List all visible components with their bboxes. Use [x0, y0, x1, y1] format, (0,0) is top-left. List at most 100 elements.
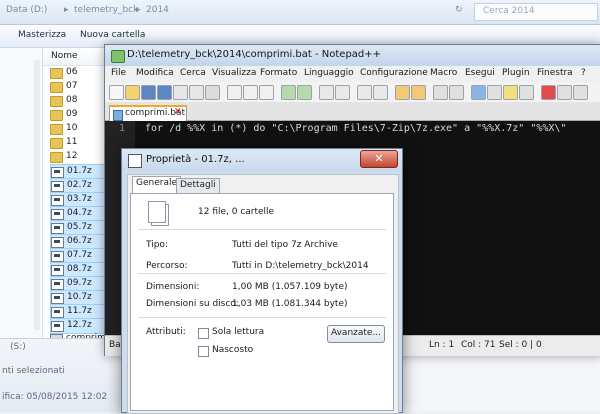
close-button[interactable]: ✕	[360, 150, 398, 168]
cut-icon[interactable]	[227, 85, 242, 100]
copy-icon[interactable]	[243, 85, 258, 100]
archive-icon	[51, 209, 64, 220]
save-all-icon[interactable]	[157, 85, 172, 100]
column-header-name[interactable]: Nome	[43, 48, 105, 66]
archive-icon	[51, 293, 64, 304]
hidden-label[interactable]: Nascosto	[212, 345, 253, 355]
archive-icon	[51, 237, 64, 248]
list-item[interactable]: 09	[50, 108, 110, 122]
menu-language[interactable]: Linguaggio	[304, 68, 354, 78]
size-on-disk-label: Dimensioni su disco:	[146, 299, 239, 309]
breadcrumb-folder[interactable]: telemetry_bck	[74, 5, 138, 15]
column-header-label: Nome	[51, 51, 78, 61]
list-item-label: 08.7z	[67, 264, 92, 274]
menu-view[interactable]: Visualizza	[212, 68, 256, 78]
selection-status: Sel : 0 | 0	[499, 340, 542, 350]
print-icon[interactable]	[205, 85, 220, 100]
menu-run[interactable]: Esegui	[465, 68, 495, 78]
close-tab-icon[interactable]: ✕	[174, 107, 182, 117]
paste-icon[interactable]	[259, 85, 274, 100]
list-item[interactable]: 12	[50, 150, 110, 164]
list-item-label: 09	[66, 109, 78, 119]
indent-guide-icon[interactable]	[471, 85, 486, 100]
save-icon[interactable]	[141, 85, 156, 100]
folder-icon	[50, 124, 63, 135]
selection-count: nti selezionati	[2, 366, 65, 376]
notepad-titlebar[interactable]: D:\telemetry_bck\2014\comprimi.bat - Not…	[105, 45, 600, 66]
hidden-checkbox[interactable]	[198, 346, 209, 357]
breadcrumb-drive[interactable]: Data (D:)	[6, 5, 47, 15]
size-value: 1,00 MB (1.057.109 byte)	[232, 282, 348, 292]
doc-map-icon[interactable]	[487, 85, 502, 100]
list-item-label: 10.7z	[67, 292, 92, 302]
drive-label: (S:)	[10, 342, 26, 352]
menu-settings[interactable]: Configurazione	[360, 68, 428, 78]
list-item[interactable]: 08	[50, 94, 110, 108]
folder-icon	[50, 68, 63, 79]
undo-icon[interactable]	[281, 85, 296, 100]
divider	[138, 229, 386, 230]
folder-icon	[50, 138, 63, 149]
play-macro-icon[interactable]	[573, 85, 588, 100]
new-folder-button[interactable]: Nuova cartella	[80, 30, 145, 40]
zoom-in-icon[interactable]	[357, 85, 372, 100]
close-all-icon[interactable]	[189, 85, 204, 100]
menu-edit[interactable]: Modifica	[136, 68, 174, 78]
record-macro-icon[interactable]	[541, 85, 556, 100]
close-file-icon[interactable]	[173, 85, 188, 100]
function-list-icon[interactable]	[503, 85, 518, 100]
breadcrumb-sep-icon: ▸	[136, 5, 141, 15]
list-item[interactable]: 06	[50, 66, 110, 80]
archive-icon	[51, 321, 64, 332]
multiple-files-icon	[148, 201, 166, 223]
menu-file[interactable]: File	[111, 68, 126, 78]
refresh-icon[interactable]: ↻	[455, 5, 463, 15]
folder-icon	[50, 96, 63, 107]
show-all-chars-icon[interactable]	[449, 85, 464, 100]
archive-icon	[51, 279, 64, 290]
menu-help[interactable]: ?	[581, 68, 586, 78]
find-icon[interactable]	[319, 85, 334, 100]
list-item-label: 09.7z	[67, 278, 92, 288]
menu-format[interactable]: Formato	[260, 68, 297, 78]
open-file-icon[interactable]	[125, 85, 140, 100]
list-item[interactable]: 07	[50, 80, 110, 94]
menu-macro[interactable]: Macro	[430, 68, 457, 78]
breadcrumb-current[interactable]: 2014	[146, 5, 169, 15]
replace-icon[interactable]	[335, 85, 350, 100]
menu-search[interactable]: Cerca	[180, 68, 206, 78]
list-item-label: 08	[66, 95, 78, 105]
stop-macro-icon[interactable]	[557, 85, 572, 100]
new-file-icon[interactable]	[109, 85, 124, 100]
column-status: Col : 71	[461, 340, 496, 350]
list-item[interactable]: 10	[50, 122, 110, 136]
word-wrap-icon[interactable]	[433, 85, 448, 100]
readonly-checkbox[interactable]	[198, 328, 209, 339]
redo-icon[interactable]	[297, 85, 312, 100]
type-value: Tutti del tipo 7z Archive	[232, 240, 338, 250]
folder-workspace-icon[interactable]	[519, 85, 534, 100]
line-status: Ln : 1	[429, 340, 455, 350]
sync-scroll-icon[interactable]	[395, 85, 410, 100]
burn-button[interactable]: Masterizza	[18, 30, 66, 40]
search-input[interactable]: Cerca 2014	[474, 3, 598, 21]
sync-horizontal-icon[interactable]	[411, 85, 426, 100]
menu-plugin[interactable]: Plugin	[502, 68, 530, 78]
readonly-label[interactable]: Sola lettura	[212, 327, 264, 337]
code-line[interactable]: for /d %%X in (*) do "C:\Program Files\7…	[145, 123, 566, 134]
file-tab-icon	[113, 110, 123, 121]
divider	[138, 317, 386, 318]
nav-scrollbar[interactable]	[34, 60, 40, 330]
archive-icon	[51, 195, 64, 206]
zoom-out-icon[interactable]	[373, 85, 388, 100]
archive-icon	[51, 181, 64, 192]
breadcrumb-sep-icon: ▸	[64, 5, 69, 15]
menu-window[interactable]: Finestra	[537, 68, 573, 78]
advanced-button[interactable]: Avanzate...	[327, 325, 385, 343]
list-item[interactable]: 11	[50, 136, 110, 150]
list-item-label: 11.7z	[67, 306, 92, 316]
notepad-toolbar	[105, 82, 600, 103]
list-item-label: 06.7z	[67, 236, 92, 246]
tab-comprimi-bat[interactable]: comprimi.bat ✕	[109, 105, 187, 122]
type-label: Tipo:	[146, 240, 168, 250]
